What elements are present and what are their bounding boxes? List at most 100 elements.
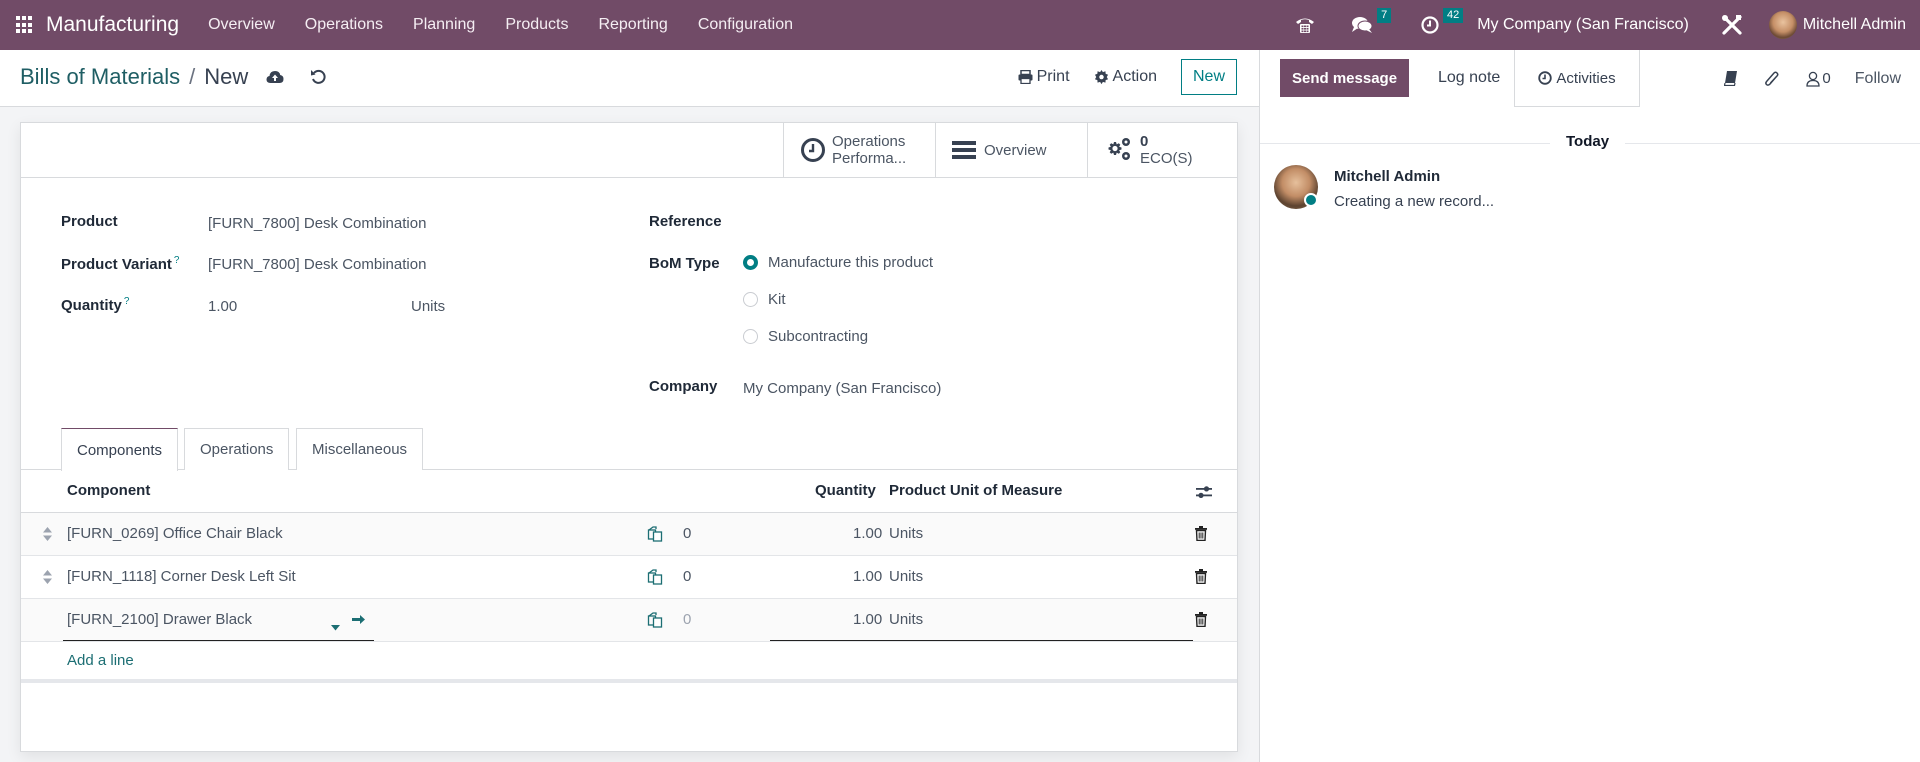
quantity-uom-underline [770, 640, 1193, 641]
bom-type-kit-radio[interactable]: Kit [743, 291, 786, 308]
component-uom[interactable]: Units [889, 525, 923, 542]
breadcrumb-bills-of-materials[interactable]: Bills of Materials [20, 64, 180, 90]
activities-label: Activities [1556, 69, 1616, 87]
discard-changes-icon[interactable] [310, 69, 326, 85]
navbar-systray: 7 42 My Company (San Francisco) Mitchell… [1281, 0, 1920, 50]
operations-performance-line1: Operations [832, 133, 906, 150]
menu-planning[interactable]: Planning [398, 16, 490, 34]
followers-button[interactable]: 0 [1806, 70, 1831, 87]
forecast-quantity: 0 [683, 568, 692, 585]
forecast-report-icon[interactable] [647, 569, 663, 589]
top-navbar: Manufacturing Overview Operations Planni… [0, 0, 1920, 50]
overview-smart-button[interactable]: Overview [935, 123, 1087, 177]
forecast-report-icon[interactable] [647, 612, 663, 632]
menu-overview[interactable]: Overview [193, 16, 290, 34]
phone-icon[interactable] [1295, 16, 1315, 34]
bom-type-manufacture-radio[interactable]: Manufacture this product [743, 254, 933, 271]
control-actions: Print Action New [1018, 59, 1259, 95]
chatter-panel: Send message Log note Activities 0 Follo… [1259, 50, 1920, 762]
component-input[interactable]: [FURN_2100] Drawer Black [67, 611, 252, 628]
chatter-topbar: Send message Log note Activities 0 Follo… [1260, 50, 1920, 107]
user-avatar [1768, 11, 1797, 39]
main-menu: Overview Operations Planning Products Re… [193, 16, 808, 34]
component-quantity[interactable]: 1.00 [853, 525, 882, 542]
activities-clock-icon[interactable]: 42 [1421, 8, 1464, 34]
radio-checked-icon [743, 255, 758, 270]
component-name[interactable]: [FURN_1118] Corner Desk Left Sit [67, 568, 296, 585]
table-row-editing[interactable]: [FURN_2100] Drawer Black 0 1.00 Units [21, 599, 1237, 642]
delete-row-icon[interactable] [1195, 569, 1207, 588]
bom-type-subcontracting-radio[interactable]: Subcontracting [743, 328, 868, 345]
date-separator: Today [1550, 133, 1626, 150]
add-line-link[interactable]: Add a line [67, 652, 134, 669]
debug-tools-icon[interactable] [1721, 14, 1743, 36]
eco-smart-button[interactable]: 0 ECO(S) [1087, 123, 1237, 177]
column-quantity[interactable]: Quantity [815, 482, 876, 499]
menu-products[interactable]: Products [490, 16, 583, 34]
menu-configuration[interactable]: Configuration [683, 16, 808, 34]
component-uom[interactable]: Units [889, 568, 923, 585]
follow-button[interactable]: Follow [1855, 70, 1901, 88]
attachment-paperclip-icon[interactable] [1764, 70, 1780, 88]
component-name[interactable]: [FURN_0269] Office Chair Black [67, 525, 283, 542]
bom-type-label: BoM Type [649, 255, 720, 272]
forecast-quantity: 0 [683, 611, 692, 628]
action-button[interactable]: Action [1094, 68, 1157, 86]
menu-operations[interactable]: Operations [290, 16, 398, 34]
operations-performance-button[interactable]: Operations Performa... [783, 123, 935, 177]
table-footer-divider [21, 679, 1237, 683]
product-variant-field[interactable]: [FURN_7800] Desk Combination [208, 256, 426, 273]
messages-badge: 7 [1377, 8, 1392, 23]
print-label: Print [1036, 68, 1070, 85]
drag-handle-icon[interactable] [43, 527, 52, 545]
tab-miscellaneous[interactable]: Miscellaneous [296, 428, 424, 470]
help-tooltip-icon[interactable]: ? [174, 255, 180, 266]
new-record-button[interactable]: New [1180, 59, 1237, 95]
reference-field[interactable] [743, 213, 1203, 235]
table-row[interactable]: [FURN_0269] Office Chair Black 0 1.00 Un… [21, 513, 1237, 556]
app-menu-icon[interactable] [16, 16, 34, 34]
delete-row-icon[interactable] [1195, 526, 1207, 545]
dropdown-caret-icon[interactable] [331, 618, 340, 635]
internal-link-arrow-icon[interactable] [352, 613, 365, 630]
tab-operations[interactable]: Operations [184, 428, 290, 470]
save-cloud-icon[interactable] [266, 70, 284, 84]
clock-icon [1538, 71, 1553, 85]
component-quantity-input[interactable]: 1.00 [853, 611, 882, 628]
product-variant-label: Product Variant? [61, 255, 180, 273]
menu-reporting[interactable]: Reporting [583, 16, 682, 34]
component-quantity[interactable]: 1.00 [853, 568, 882, 585]
log-note-button[interactable]: Log note [1428, 59, 1510, 97]
product-label: Product [61, 213, 118, 230]
column-component[interactable]: Component [67, 482, 150, 499]
product-field[interactable]: [FURN_7800] Desk Combination [208, 215, 426, 232]
tab-components[interactable]: Components [61, 428, 179, 471]
overview-smart-label: Overview [984, 141, 1047, 159]
column-uom[interactable]: Product Unit of Measure [889, 482, 1062, 499]
table-row[interactable]: [FURN_1118] Corner Desk Left Sit 0 1.00 … [21, 556, 1237, 599]
eco-label: ECO(S) [1140, 150, 1193, 167]
optional-columns-toggle-icon[interactable] [1196, 484, 1212, 504]
help-tooltip-icon[interactable]: ? [124, 296, 130, 307]
company-switcher[interactable]: My Company (San Francisco) [1477, 16, 1689, 34]
quantity-uom-field[interactable]: Units [411, 298, 445, 315]
activities-badge: 42 [1442, 8, 1464, 23]
app-name[interactable]: Manufacturing [46, 13, 179, 37]
component-uom-input[interactable]: Units [889, 611, 923, 628]
quantity-field[interactable]: 1.00 [208, 298, 237, 315]
message-body: Creating a new record... [1334, 193, 1495, 210]
forecast-report-icon[interactable] [647, 526, 663, 546]
knowledge-book-icon[interactable] [1724, 71, 1738, 86]
send-message-button[interactable]: Send message [1280, 59, 1410, 97]
user-menu[interactable]: Mitchell Admin [1768, 11, 1906, 39]
drag-handle-icon[interactable] [43, 570, 52, 588]
activities-button[interactable]: Activities [1514, 50, 1640, 107]
messages-icon[interactable]: 7 [1351, 8, 1392, 34]
chatter-topbar-right: 0 Follow [1702, 50, 1901, 107]
print-button[interactable]: Print [1018, 68, 1070, 86]
delete-row-icon[interactable] [1195, 612, 1207, 631]
online-status-icon [1304, 193, 1318, 207]
breadcrumb-separator: / [189, 64, 196, 89]
message-author[interactable]: Mitchell Admin [1334, 168, 1440, 185]
company-field[interactable]: My Company (San Francisco) [743, 380, 941, 397]
